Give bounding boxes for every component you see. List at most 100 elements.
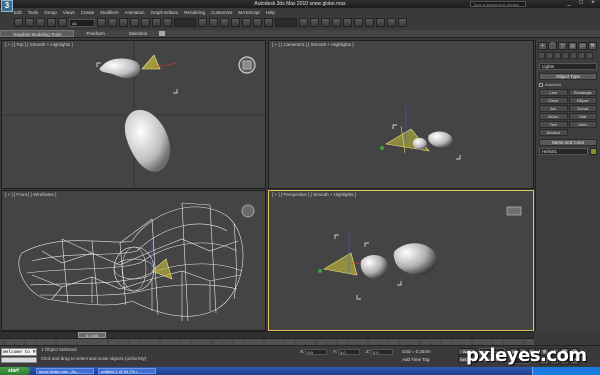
shapes-icon[interactable] [546, 52, 553, 59]
minimize-button[interactable]: _ [564, 0, 574, 7]
render-production-icon[interactable] [398, 18, 407, 27]
select-by-name-icon[interactable] [108, 18, 117, 27]
tab-selection[interactable]: Selection [117, 30, 160, 37]
menu-create[interactable]: Create [81, 9, 95, 16]
start-button[interactable]: start [0, 367, 30, 375]
circle-button[interactable]: Circle [539, 97, 568, 104]
space-warps-icon[interactable] [578, 52, 585, 59]
window-crossing-icon[interactable] [130, 18, 139, 27]
menu-customize[interactable]: Customize [211, 9, 232, 16]
rendered-frame-icon[interactable] [387, 18, 396, 27]
create-tab-icon[interactable]: + [538, 42, 547, 50]
viewport-camera[interactable]: [ + ] [ Camera01 ] [ Smooth + Highlights… [268, 40, 534, 189]
keyboard-shortcut-icon[interactable] [220, 18, 229, 27]
percent-snap-icon[interactable] [253, 18, 262, 27]
utilities-tab-icon[interactable]: ⚒ [588, 42, 597, 50]
rotate-icon[interactable] [152, 18, 161, 27]
app-logo-icon[interactable]: 3 [1, 0, 13, 12]
menu-rendering[interactable]: Rendering [184, 9, 205, 16]
coord-z-field[interactable]: 0.0 [371, 348, 393, 355]
object-name-field[interactable]: Helix01 [539, 148, 588, 155]
curve-editor-icon[interactable] [343, 18, 352, 27]
donut-button[interactable]: Donut [568, 105, 597, 112]
lights-icon[interactable] [554, 52, 561, 59]
name-and-color-rollout[interactable]: Name and Color [539, 139, 597, 146]
section-button[interactable]: Section [539, 129, 568, 136]
link-icon[interactable] [36, 18, 45, 27]
menu-tools[interactable]: Tools [28, 9, 39, 16]
select-object-icon[interactable] [97, 18, 106, 27]
viewport-front-label[interactable]: [ + ] [ Front ] [ Wireframe ] [5, 192, 56, 198]
menu-graph-editors[interactable]: Graph Editors [151, 9, 179, 16]
coord-y-field[interactable]: 0.0 [338, 348, 361, 355]
helpers-icon[interactable] [570, 52, 577, 59]
select-manipulate-icon[interactable] [209, 18, 218, 27]
add-time-tag-button[interactable]: Add Time Tag [402, 357, 429, 363]
tab-freeform[interactable]: Freeform [74, 30, 116, 37]
systems-icon[interactable] [586, 52, 593, 59]
viewport-perspective-label[interactable]: [ + ] [ Perspective ] [ Smooth + Highlig… [272, 192, 356, 198]
motion-tab-icon[interactable]: ◎ [568, 42, 577, 50]
maximize-button[interactable]: □ [576, 0, 586, 7]
viewport-front[interactable]: [ + ] [ Front ] [ Wireframe ] [1, 190, 266, 331]
help-search-input[interactable]: Type a keyword or phrase [470, 1, 526, 7]
hierarchy-tab-icon[interactable]: ▽ [558, 42, 567, 50]
layer-manager-icon[interactable] [321, 18, 330, 27]
menu-help[interactable]: Help [266, 9, 275, 16]
display-tab-icon[interactable]: ▭ [578, 42, 587, 50]
ribbon-minimize-icon[interactable] [159, 31, 166, 36]
unlink-icon[interactable] [47, 18, 56, 27]
viewport-top[interactable]: [ + ] [ Top ] [ Smooth + Highlights ] [1, 40, 266, 189]
align-icon[interactable] [310, 18, 319, 27]
render-setup-icon[interactable] [376, 18, 385, 27]
viewport-top-label[interactable]: [ + ] [ Top ] [ Smooth + Highlights ] [5, 42, 73, 48]
tab-graphite-modeling-tools[interactable]: Graphite Modeling Tools [0, 30, 75, 37]
menu-views[interactable]: Views [63, 9, 75, 16]
modify-tab-icon[interactable]: ⌒ [548, 42, 557, 50]
maxscript-output[interactable] [1, 357, 37, 363]
undo-icon[interactable] [14, 18, 23, 27]
rect-selection-icon[interactable] [119, 18, 128, 27]
autogrid-checkbox[interactable] [539, 82, 543, 87]
mirror-icon[interactable] [299, 18, 308, 27]
rectangle-button[interactable]: Rectangle [568, 89, 597, 96]
object-type-rollout[interactable]: Object Type [539, 73, 597, 80]
selection-filter-dropdown[interactable]: All [69, 18, 95, 27]
scale-icon[interactable] [163, 18, 172, 27]
menu-group[interactable]: Group [44, 9, 57, 16]
object-color-swatch[interactable] [590, 148, 597, 155]
menu-edit[interactable]: Edit [14, 9, 22, 16]
track-bar[interactable] [0, 338, 534, 346]
angle-snap-icon[interactable] [242, 18, 251, 27]
star-button[interactable]: Star [568, 113, 597, 120]
named-selection-dropdown[interactable] [275, 18, 297, 27]
cameras-icon[interactable] [562, 52, 569, 59]
menu-maxscript[interactable]: MAXScript [238, 9, 259, 16]
coord-x-field[interactable]: 0.0 [305, 348, 328, 355]
snaps-toggle-icon[interactable] [231, 18, 240, 27]
arc-button[interactable]: Arc [539, 105, 568, 112]
ellipse-button[interactable]: Ellipse [568, 97, 597, 104]
category-dropdown[interactable]: Lights [539, 63, 597, 70]
viewport-perspective[interactable]: [ + ] [ Perspective ] [ Smooth + Highlig… [268, 190, 534, 331]
taskbar-item-3dsmax[interactable]: snow globe.max - Au... [36, 368, 94, 374]
time-slider[interactable]: 0 / 100 [0, 331, 534, 338]
maxscript-listener[interactable]: Welcome to M [1, 348, 37, 356]
taskbar-item-photoshop[interactable]: untitled-1 @ 66.7% (... [98, 368, 156, 374]
close-button[interactable]: × [588, 0, 598, 7]
helix-button[interactable]: Helix [568, 121, 597, 128]
graphite-toggle-icon[interactable] [332, 18, 341, 27]
redo-icon[interactable] [25, 18, 34, 27]
move-icon[interactable] [141, 18, 150, 27]
viewport-camera-label[interactable]: [ + ] [ Camera01 ] [ Smooth + Highlights… [272, 42, 354, 48]
menu-animation[interactable]: Animation [125, 9, 145, 16]
material-editor-icon[interactable] [365, 18, 374, 27]
menu-modifiers[interactable]: Modifiers [100, 9, 118, 16]
pivot-center-icon[interactable] [198, 18, 207, 27]
spinner-snap-icon[interactable] [264, 18, 273, 27]
reference-coord-dropdown[interactable] [174, 18, 196, 27]
geometry-icon[interactable] [538, 52, 545, 59]
line-button[interactable]: Line [539, 89, 568, 96]
text-button[interactable]: Text [539, 121, 568, 128]
ngon-button[interactable]: NGon [539, 113, 568, 120]
